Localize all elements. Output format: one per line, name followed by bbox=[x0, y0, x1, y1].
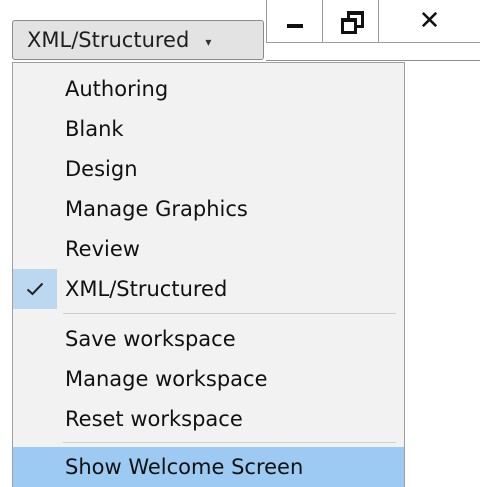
menu-item-label: Show Welcome Screen bbox=[65, 455, 304, 479]
checkmark-icon bbox=[13, 269, 57, 309]
menu-item-design[interactable]: Design bbox=[13, 149, 404, 189]
restore-button[interactable] bbox=[322, 0, 379, 43]
menu-item-label: Review bbox=[65, 237, 140, 261]
workspace-switcher-label: XML/Structured bbox=[27, 28, 190, 52]
menu-item-review[interactable]: Review bbox=[13, 229, 404, 269]
workspace-menu: Authoring Blank Design Manage Graphics R… bbox=[12, 62, 405, 487]
minimize-icon bbox=[286, 24, 303, 28]
menu-item-label: Blank bbox=[65, 117, 124, 141]
menu-item-label: Manage workspace bbox=[65, 367, 268, 391]
title-bar-divider bbox=[266, 60, 480, 61]
menu-item-manage-graphics[interactable]: Manage Graphics bbox=[13, 189, 404, 229]
menu-item-label: XML/Structured bbox=[65, 277, 228, 301]
menu-separator bbox=[63, 313, 396, 314]
menu-item-label: Manage Graphics bbox=[65, 197, 248, 221]
menu-item-label: Save workspace bbox=[65, 327, 236, 351]
minimize-button[interactable] bbox=[266, 0, 323, 43]
menu-item-label: Authoring bbox=[65, 77, 169, 101]
menu-item-xml-structured[interactable]: XML/Structured bbox=[13, 269, 404, 309]
menu-item-reset-workspace[interactable]: Reset workspace bbox=[13, 399, 404, 439]
close-icon: ✕ bbox=[418, 6, 441, 36]
menu-item-authoring[interactable]: Authoring bbox=[13, 69, 404, 109]
menu-item-label: Design bbox=[65, 157, 138, 181]
menu-item-blank[interactable]: Blank bbox=[13, 109, 404, 149]
close-button[interactable]: ✕ bbox=[378, 0, 480, 43]
menu-item-label: Reset workspace bbox=[65, 407, 243, 431]
menu-separator bbox=[63, 442, 396, 443]
workspace-switcher-button[interactable]: XML/Structured ▾ bbox=[12, 20, 264, 60]
chevron-down-icon: ▾ bbox=[205, 35, 212, 49]
menu-item-save-workspace[interactable]: Save workspace bbox=[13, 319, 404, 359]
title-bar: XML/Structured ▾ ✕ bbox=[0, 0, 480, 62]
menu-item-show-welcome-screen[interactable]: Show Welcome Screen bbox=[13, 447, 404, 487]
menu-item-manage-workspace[interactable]: Manage workspace bbox=[13, 359, 404, 399]
app-window: XML/Structured ▾ ✕ Authoring Blank Desig… bbox=[0, 0, 480, 487]
restore-icon bbox=[340, 11, 364, 34]
